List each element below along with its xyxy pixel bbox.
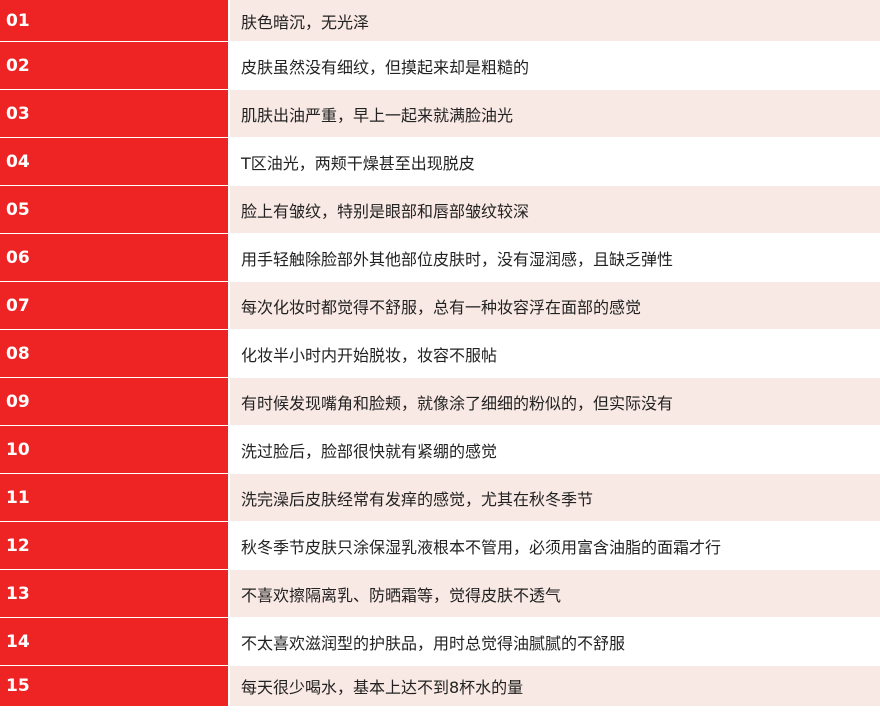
row-number: 03 [0, 90, 228, 137]
row-number: 01 [0, 0, 228, 41]
row-text: T区油光，两颊干燥甚至出现脱皮 [228, 138, 880, 185]
table-row: 10 洗过脸后，脸部很快就有紧绷的感觉 [0, 426, 880, 474]
row-text: 肤色暗沉，无光泽 [228, 0, 880, 41]
row-text: 肌肤出油严重，早上一起来就满脸油光 [228, 90, 880, 137]
table-row: 14 不太喜欢滋润型的护肤品，用时总觉得油腻腻的不舒服 [0, 618, 880, 666]
row-text: 不喜欢擦隔离乳、防晒霜等，觉得皮肤不透气 [228, 570, 880, 617]
row-text: 化妆半小时内开始脱妆，妆容不服帖 [228, 330, 880, 377]
row-number: 12 [0, 522, 228, 569]
row-text: 皮肤虽然没有细纹，但摸起来却是粗糙的 [228, 42, 880, 89]
table-row: 12 秋冬季节皮肤只涂保湿乳液根本不管用，必须用富含油脂的面霜才行 [0, 522, 880, 570]
table-row: 03 肌肤出油严重，早上一起来就满脸油光 [0, 90, 880, 138]
row-number: 08 [0, 330, 228, 377]
table-row: 11 洗完澡后皮肤经常有发痒的感觉，尤其在秋冬季节 [0, 474, 880, 522]
row-text: 用手轻触除脸部外其他部位皮肤时，没有湿润感，且缺乏弹性 [228, 234, 880, 281]
row-number: 15 [0, 666, 228, 706]
row-number: 05 [0, 186, 228, 233]
table-row: 06 用手轻触除脸部外其他部位皮肤时，没有湿润感，且缺乏弹性 [0, 234, 880, 282]
row-text: 洗完澡后皮肤经常有发痒的感觉，尤其在秋冬季节 [228, 474, 880, 521]
table-row: 04 T区油光，两颊干燥甚至出现脱皮 [0, 138, 880, 186]
row-number: 07 [0, 282, 228, 329]
row-number: 04 [0, 138, 228, 185]
table-row: 07 每次化妆时都觉得不舒服，总有一种妆容浮在面部的感觉 [0, 282, 880, 330]
table-row: 08 化妆半小时内开始脱妆，妆容不服帖 [0, 330, 880, 378]
row-number: 13 [0, 570, 228, 617]
row-number: 06 [0, 234, 228, 281]
table-row: 01 肤色暗沉，无光泽 [0, 0, 880, 42]
row-number: 10 [0, 426, 228, 473]
table-row: 13 不喜欢擦隔离乳、防晒霜等，觉得皮肤不透气 [0, 570, 880, 618]
symptom-table: 01 肤色暗沉，无光泽 02 皮肤虽然没有细纹，但摸起来却是粗糙的 03 肌肤出… [0, 0, 880, 714]
table-row: 09 有时候发现嘴角和脸颊，就像涂了细细的粉似的，但实际没有 [0, 378, 880, 426]
row-number: 09 [0, 378, 228, 425]
row-text: 洗过脸后，脸部很快就有紧绷的感觉 [228, 426, 880, 473]
table-row: 05 脸上有皱纹，特别是眼部和唇部皱纹较深 [0, 186, 880, 234]
row-text: 有时候发现嘴角和脸颊，就像涂了细细的粉似的，但实际没有 [228, 378, 880, 425]
row-number: 11 [0, 474, 228, 521]
table-row: 15 每天很少喝水，基本上达不到8杯水的量 [0, 666, 880, 706]
row-number: 14 [0, 618, 228, 665]
table-row: 02 皮肤虽然没有细纹，但摸起来却是粗糙的 [0, 42, 880, 90]
row-text: 不太喜欢滋润型的护肤品，用时总觉得油腻腻的不舒服 [228, 618, 880, 665]
row-text: 脸上有皱纹，特别是眼部和唇部皱纹较深 [228, 186, 880, 233]
row-number: 02 [0, 42, 228, 89]
row-text: 秋冬季节皮肤只涂保湿乳液根本不管用，必须用富含油脂的面霜才行 [228, 522, 880, 569]
row-text: 每次化妆时都觉得不舒服，总有一种妆容浮在面部的感觉 [228, 282, 880, 329]
row-text: 每天很少喝水，基本上达不到8杯水的量 [228, 666, 880, 706]
